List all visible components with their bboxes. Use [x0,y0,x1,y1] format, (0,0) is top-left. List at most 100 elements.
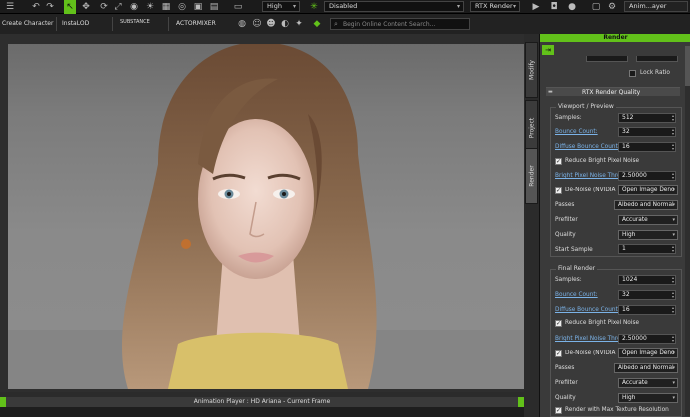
top-toolbar: ☰ ↶ ↷ ↖ ✥ ⟳ ⤢ ◉ ☀ ▦ ◎ ▣ ▤ ▭ High ▾ ✳ Disa… [0,0,690,14]
final-diffuse-link[interactable]: Diffuse Bounce Count: [555,307,620,313]
scale-icon[interactable]: ⤢ [112,0,124,14]
tool4-icon[interactable]: ◐ [280,17,290,31]
final-prefilter-select[interactable]: Accurate ▾ [618,378,678,388]
camera-icon[interactable]: ◉ [128,0,140,14]
display-icon[interactable]: ▭ [232,0,244,14]
final-quality-select[interactable]: High ▾ [618,393,678,403]
viewport-threshold-field[interactable]: 2.50000 ▴ ▾ [618,171,676,181]
final-passes-select[interactable]: Albedo and Normal ▾ [614,363,678,373]
side-tabs: Modify Project Render [524,34,539,417]
viewport-group-title: Viewport / Preview [556,103,616,110]
viewport[interactable] [0,34,524,392]
collapse-icon: ▬ [548,89,553,95]
tool1-icon[interactable]: ◍ [237,17,247,31]
samples-label: Samples: [555,115,582,121]
diffuse-bounce-link[interactable]: Diffuse Bounce Count: [555,144,620,150]
grid-icon[interactable]: ▦ [160,0,172,14]
height-field[interactable] [636,56,678,62]
menu-icon[interactable]: ☰ [4,0,16,14]
create-character-button[interactable]: Create Character [2,20,53,27]
max-texture-checkbox[interactable]: ✓ [555,407,562,414]
width-field[interactable] [586,56,628,62]
final-passes-label: Passes [555,365,575,371]
render-panel: Render ⇥ Lock Ratio ▬ RTX Render Quality… [539,34,690,417]
substance-button[interactable]: SUBSTANCE [120,19,150,25]
player-button[interactable]: Anim...ayer [624,1,688,12]
panel-title: Render [540,34,690,42]
final-threshold-field[interactable]: 2.50000 ▴ ▾ [618,334,676,344]
reduce-noise-checkbox[interactable]: ✓ [555,158,562,165]
lock-ratio-label: Lock Ratio [640,70,670,76]
picture-icon[interactable]: ▣ [192,0,204,14]
reallusion-icon[interactable]: ◆ [312,17,322,31]
final-bounce-field[interactable]: 32 ▴ ▾ [618,290,676,300]
prefilter-label: Prefilter [555,217,578,223]
reduce-noise-label: Reduce Bright Pixel Noise [565,158,640,164]
final-diffuse-field[interactable]: 16 ▴ ▾ [618,305,676,315]
character-render [8,44,524,389]
camera2-icon[interactable]: ◘ [548,0,560,14]
bottom-bar [0,407,524,417]
plugin-toolbar: Create Character InstaLOD SUBSTANCE ACTO… [0,14,690,34]
content-search-input[interactable]: ⌕ Begin Online Content Search... [330,18,470,30]
quality-label: Quality [555,232,576,238]
denoise-label: De-Noise (NVIDIA O [565,187,617,193]
denoise-checkbox[interactable]: ✓ [555,187,562,194]
final-quality-label: Quality [555,395,576,401]
viewport-prefilter-select[interactable]: Accurate ▾ [618,215,678,225]
export-icon[interactable]: ⇥ [542,45,554,55]
tab-modify[interactable]: Modify [525,42,538,98]
final-group-title: Final Render [556,265,598,272]
quality-dropdown[interactable]: High ▾ [262,1,300,12]
window-icon[interactable]: ▢ [590,0,602,14]
search-icon: ⌕ [334,20,338,28]
move-icon[interactable]: ✥ [80,0,92,14]
final-reduce-noise-label: Reduce Bright Pixel Noise [565,320,640,326]
scroll-thumb[interactable] [685,46,690,86]
rotate-icon[interactable]: ⟳ [98,0,110,14]
final-denoise-select[interactable]: Open Image Deno ▾ [618,348,678,358]
max-texture-label: Render with Max Texture Resolution [565,407,669,413]
final-denoise-checkbox[interactable]: ✓ [555,350,562,357]
layout-icon[interactable]: ▤ [208,0,220,14]
player-left-marker [0,397,6,407]
light-icon[interactable]: ☀ [144,0,156,14]
rtx-section-header[interactable]: ▬ RTX Render Quality [546,87,680,96]
undo-icon[interactable]: ↶ [30,0,42,14]
render-icon[interactable]: ▶ [530,0,542,14]
panel-scrollbar[interactable] [685,46,690,416]
select-tool-icon[interactable]: ↖ [64,0,76,14]
sun-icon[interactable]: ✳ [308,0,320,14]
final-samples-field[interactable]: 1024 ▴ ▾ [618,275,676,285]
final-prefilter-label: Prefilter [555,380,578,386]
viewport-start-field[interactable]: 1 ▴ ▾ [618,244,676,254]
final-bounce-link[interactable]: Bounce Count: [555,292,598,298]
render-scene[interactable] [8,44,524,389]
start-sample-label: Start Sample [555,247,593,253]
view-icon[interactable]: ◎ [176,0,188,14]
animation-player-bar[interactable]: Animation Player : HD Ariana - Current F… [0,397,524,407]
viewport-passes-select[interactable]: Albedo and Normal ▾ [614,200,678,210]
final-denoise-label: De-Noise (NVIDIA O [565,350,617,356]
final-samples-label: Samples: [555,277,582,283]
render-mode-dropdown[interactable]: Disabled ▾ [324,1,464,12]
instalod-button[interactable]: InstaLOD [62,20,89,27]
viewport-quality-select[interactable]: High ▾ [618,230,678,240]
animation-player-title: Animation Player : HD Ariana - Current F… [193,398,331,405]
tool5-icon[interactable]: ✦ [294,17,304,31]
final-reduce-noise-checkbox[interactable]: ✓ [555,320,562,327]
renderer-dropdown[interactable]: RTX Render ▾ [470,1,520,12]
actormixer-button[interactable]: ACTORMIXER [176,20,216,27]
viewport-samples-field[interactable]: 512 ▴ ▾ [618,113,676,123]
viewport-diffuse-field[interactable]: 16 ▴ ▾ [618,142,676,152]
tool3-icon[interactable]: ☻ [266,17,276,31]
bounce-count-link[interactable]: Bounce Count: [555,129,598,135]
lock-ratio-checkbox[interactable] [629,70,636,77]
tab-render[interactable]: Render [525,148,538,204]
tool2-icon[interactable]: ☺ [252,17,262,31]
settings-icon[interactable]: ⚙ [606,0,618,14]
redo-icon[interactable]: ↷ [44,0,56,14]
record-icon[interactable]: ● [566,0,578,14]
viewport-denoise-select[interactable]: Open Image Deno ▾ [618,185,678,195]
viewport-bounce-field[interactable]: 32 ▴ ▾ [618,127,676,137]
